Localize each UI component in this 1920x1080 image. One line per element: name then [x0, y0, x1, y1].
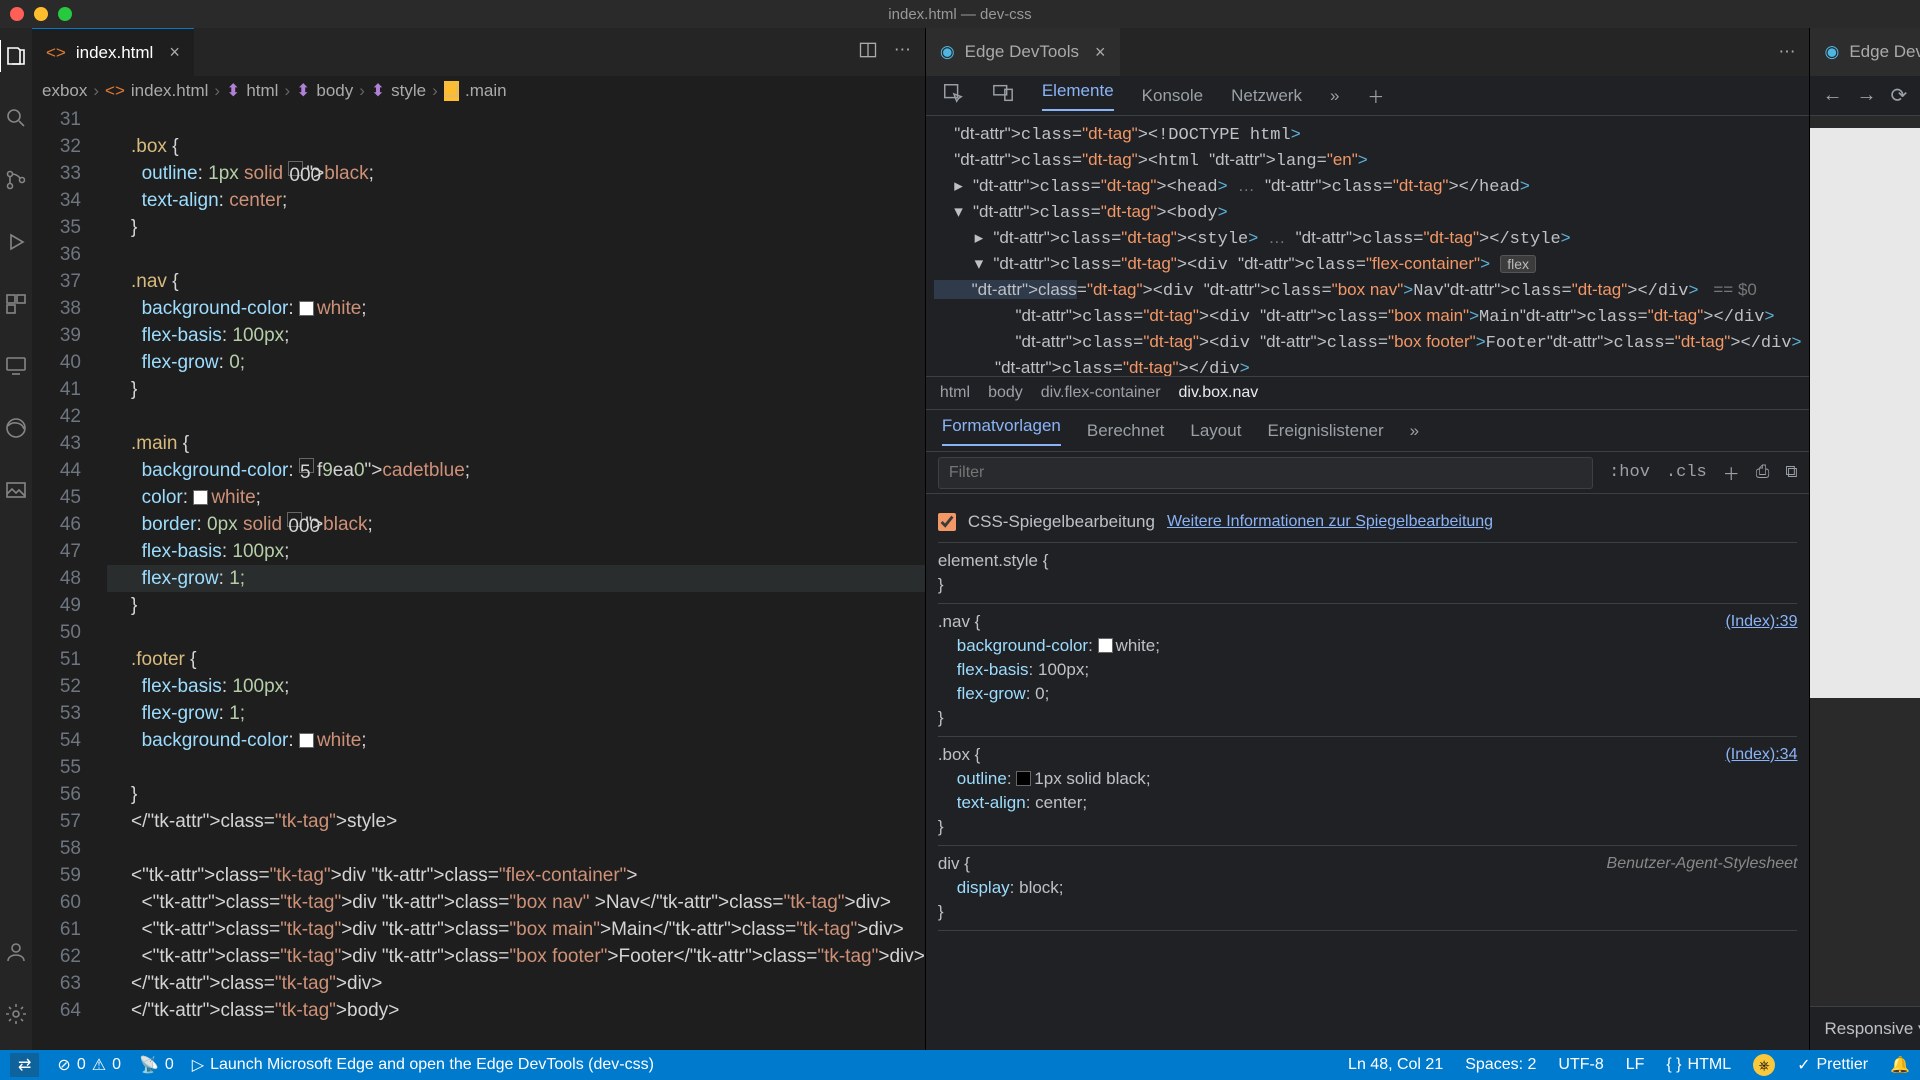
inspect-element-icon[interactable] [942, 82, 964, 109]
devtools-panel: ◉ Edge DevTools × ⋯ Elemente Konsole Net… [925, 28, 1810, 1050]
status-bar: ⇄ ⊘ 0 ⚠ 0 📡 0 ▷ Launch Microsoft Edge an… [0, 1050, 1920, 1080]
new-rule-icon[interactable]: ＋ [1723, 460, 1740, 486]
forward-icon[interactable]: → [1856, 84, 1876, 107]
tab-layout[interactable]: Layout [1190, 421, 1241, 441]
launch-task[interactable]: ▷ Launch Microsoft Edge and open the Edg… [192, 1055, 654, 1075]
add-panel-icon[interactable]: ＋ [1367, 83, 1384, 108]
window-title: index.html — dev-css [888, 6, 1031, 23]
styles-toolbar: :hov .cls ＋ ⎙ ⧉ [926, 452, 1810, 494]
panel-netzwerk[interactable]: Netzwerk [1231, 86, 1302, 106]
panel-konsole[interactable]: Konsole [1142, 86, 1203, 106]
back-icon[interactable]: ← [1822, 84, 1842, 107]
window-titlebar: index.html — dev-css [0, 0, 1920, 28]
tab-edge-browser[interactable]: ◉ Edge DevTools: Browser × [1810, 28, 1920, 76]
tab-edge-devtools[interactable]: ◉ Edge DevTools × [926, 28, 1120, 76]
explorer-icon[interactable] [0, 40, 31, 72]
notifications-icon[interactable]: 🔔 [1890, 1054, 1910, 1076]
tab-label: index.html [76, 43, 153, 63]
tab-ereignislistener[interactable]: Ereignislistener [1267, 421, 1383, 441]
styles-extra-icon[interactable]: ⎙ [1756, 463, 1770, 483]
browser-viewport[interactable]: Nav Main Footer [1810, 128, 1920, 698]
remote-explorer-icon[interactable] [0, 350, 32, 382]
styles-extra2-icon[interactable]: ⧉ [1785, 463, 1797, 483]
more-actions-icon[interactable]: ⋯ [894, 40, 911, 65]
dom-tree[interactable]: "dt-attr">class="dt-tag"><!DOCTYPE html>… [926, 116, 1810, 376]
edge-icon: ◉ [1824, 42, 1839, 62]
cls-toggle[interactable]: .cls [1666, 463, 1707, 482]
accounts-icon[interactable] [0, 936, 32, 968]
html-file-icon: <> [46, 43, 66, 63]
device-mode[interactable]: Responsive ▾ [1824, 1019, 1920, 1039]
edge-icon: ◉ [940, 42, 955, 62]
close-window-button[interactable] [10, 7, 24, 21]
device-toggle-icon[interactable] [992, 82, 1014, 109]
run-debug-icon[interactable] [0, 226, 32, 258]
tab-berechnet[interactable]: Berechnet [1087, 421, 1165, 441]
search-icon[interactable] [0, 102, 32, 134]
more-panels-icon[interactable]: » [1330, 86, 1339, 106]
browser-panel: ◉ Edge DevTools: Browser × ⋯ ← → ⟳ ⧉ Nav… [1809, 28, 1920, 1050]
problems-indicator[interactable]: ⊘ 0 ⚠ 0 [57, 1055, 121, 1075]
language-indicator[interactable]: { } HTML [1666, 1054, 1731, 1076]
device-toolbar: Responsive ▾ 404 × 570 ⇄ ✎ ◎ [1810, 1006, 1920, 1050]
extensions-icon[interactable] [0, 288, 32, 320]
code-editor[interactable]: 3132333435363738394041424344454647484950… [32, 106, 925, 1050]
styles-filter-input[interactable] [938, 457, 1593, 489]
prettier-indicator[interactable]: ✓ Prettier [1797, 1054, 1868, 1076]
split-editor-icon[interactable] [858, 40, 878, 65]
eol-indicator[interactable]: LF [1626, 1054, 1645, 1076]
more-tabs-icon[interactable]: » [1410, 421, 1419, 441]
devtools-tabs: ◉ Edge DevTools × ⋯ [926, 28, 1810, 76]
dom-breadcrumb[interactable]: html body div.flex-container div.box.nav [926, 376, 1810, 410]
close-tab-icon[interactable]: × [1095, 42, 1106, 63]
more-actions-icon[interactable]: ⋯ [1778, 42, 1795, 62]
tab-formatvorlagen[interactable]: Formatvorlagen [942, 416, 1061, 446]
settings-gear-icon[interactable] [0, 998, 32, 1030]
reload-icon[interactable]: ⟳ [1890, 83, 1907, 108]
cursor-position[interactable]: Ln 48, Col 21 [1348, 1054, 1443, 1076]
browser-tabs: ◉ Edge DevTools: Browser × ⋯ [1810, 28, 1920, 76]
tab-index-html[interactable]: <> index.html × [32, 28, 194, 76]
browser-toolbar: ← → ⟳ ⧉ [1810, 76, 1920, 116]
indent-indicator[interactable]: Spaces: 2 [1465, 1054, 1536, 1076]
breadcrumb[interactable]: exbox› <>index.html› ⬍html› ⬍body› ⬍styl… [32, 76, 925, 106]
editor-group: <> index.html × ⋯ exbox› <>index.html› ⬍… [32, 28, 925, 1050]
edge-tools-icon[interactable] [0, 412, 32, 444]
styles-pane[interactable]: CSS-Spiegelbearbeitung Weitere Informati… [926, 494, 1810, 1050]
minimize-window-button[interactable] [34, 7, 48, 21]
source-control-icon[interactable] [0, 164, 32, 196]
encoding-indicator[interactable]: UTF-8 [1558, 1054, 1603, 1076]
image-icon[interactable] [0, 474, 32, 506]
panel-elemente[interactable]: Elemente [1042, 81, 1114, 111]
hov-toggle[interactable]: :hov [1609, 463, 1650, 482]
styles-tabs: Formatvorlagen Berechnet Layout Ereignis… [926, 410, 1810, 452]
close-tab-icon[interactable]: × [169, 42, 180, 63]
devtools-toolbar: Elemente Konsole Netzwerk » ＋ [926, 76, 1810, 116]
browser-viewport-wrap: Nav Main Footer [1810, 116, 1920, 1006]
activity-bar [0, 28, 32, 1050]
maximize-window-button[interactable] [58, 7, 72, 21]
mirror-info-link[interactable]: Weitere Informationen zur Spiegelbearbei… [1167, 510, 1493, 534]
mirror-checkbox[interactable] [938, 513, 956, 531]
editor-tabs: <> index.html × ⋯ [32, 28, 925, 76]
ports-indicator[interactable]: 📡 0 [139, 1055, 174, 1075]
copilot-indicator[interactable]: ⎈ [1753, 1054, 1775, 1076]
remote-indicator[interactable]: ⇄ [10, 1053, 39, 1077]
